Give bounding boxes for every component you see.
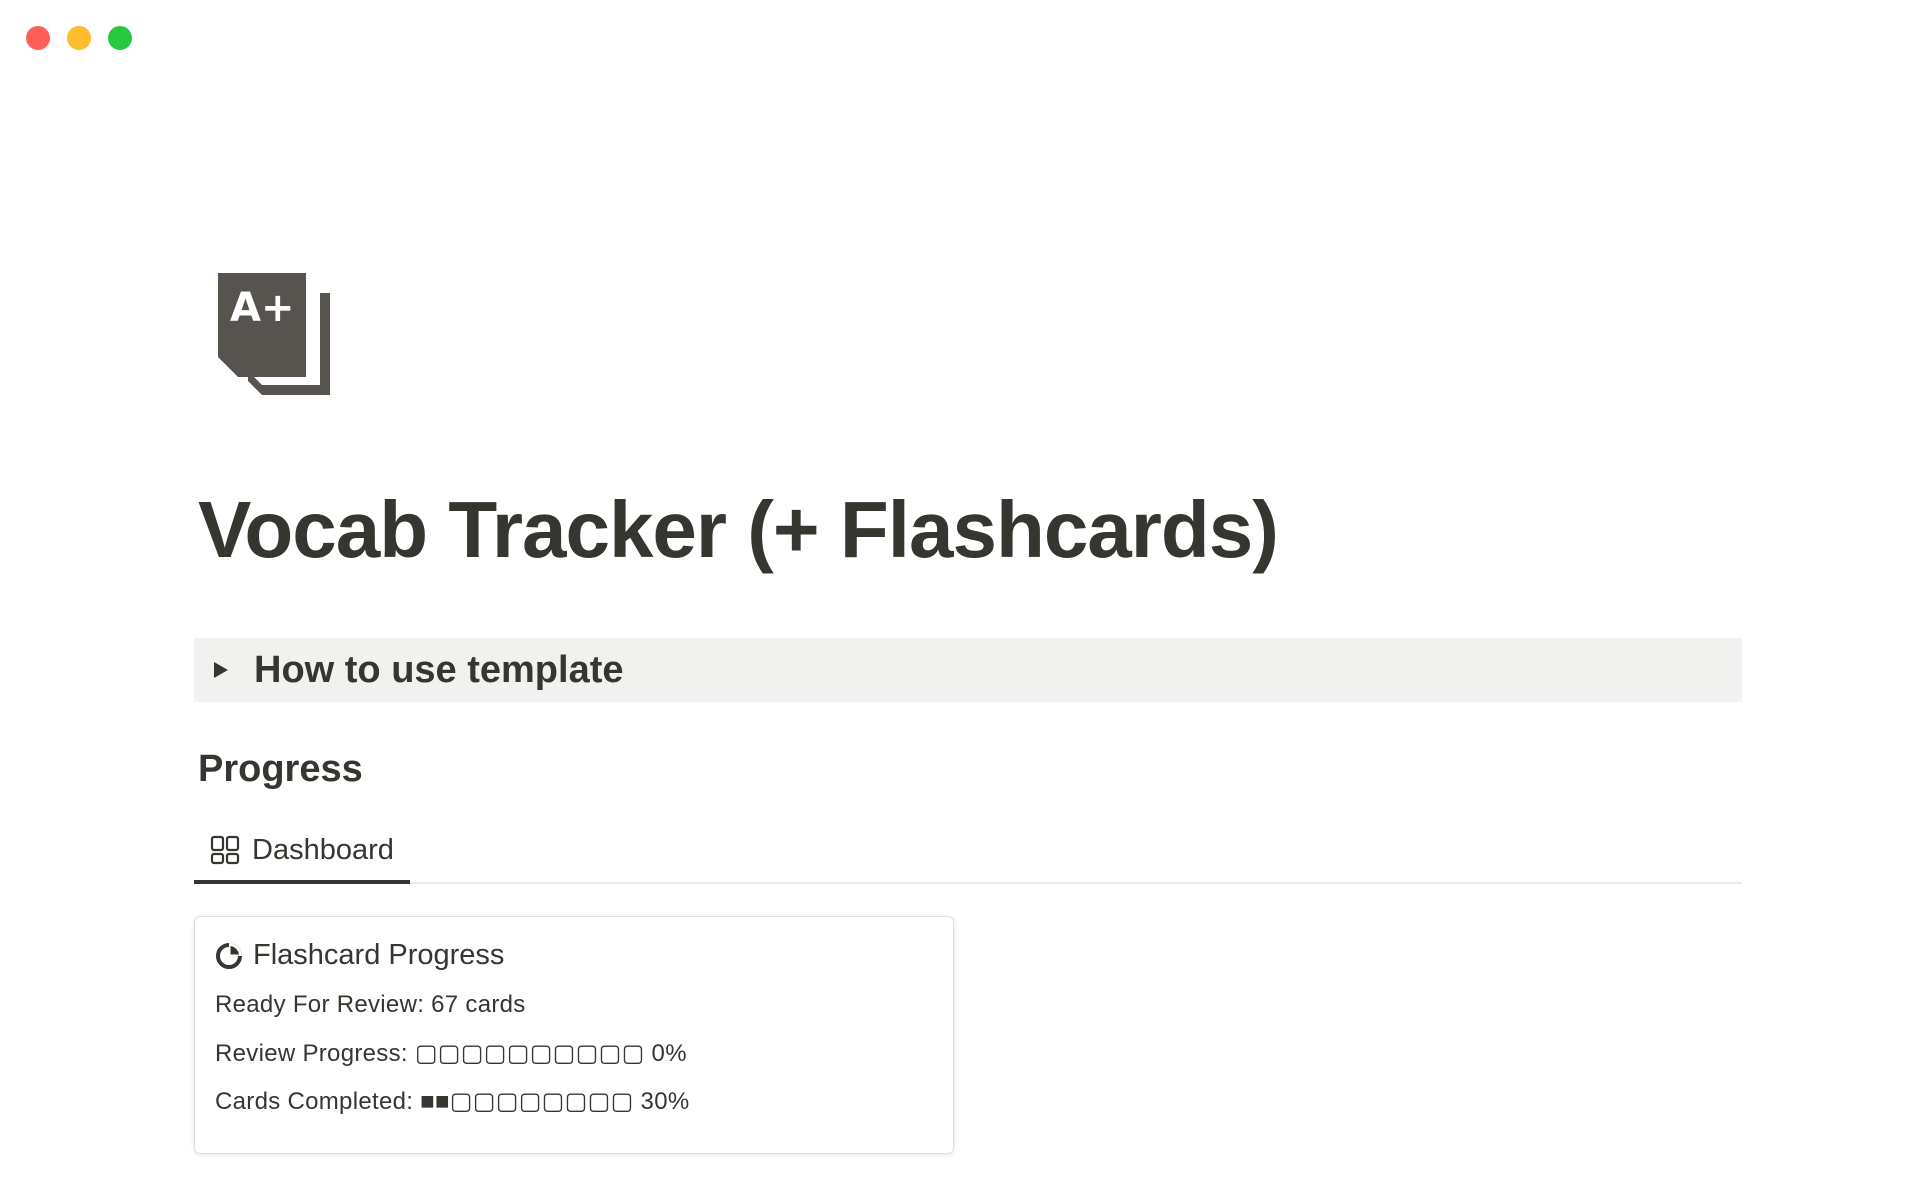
flashcard-progress-card[interactable]: Flashcard Progress Ready For Review: 67 … <box>194 916 954 1154</box>
window-controls <box>26 26 132 50</box>
tab-dashboard-label: Dashboard <box>252 833 394 866</box>
page-title[interactable]: Vocab Tracker (+ Flashcards) <box>198 490 1279 570</box>
minimize-window-button[interactable] <box>67 26 91 50</box>
toggle-label: How to use template <box>254 648 624 691</box>
tab-dashboard[interactable]: Dashboard <box>194 820 410 884</box>
app-window: A+ Vocab Tracker (+ Flashcards) How to u… <box>0 0 1920 1200</box>
a-plus-document-icon[interactable]: A+ <box>218 273 330 395</box>
pie-chart-icon <box>216 942 242 969</box>
close-window-button[interactable] <box>26 26 50 50</box>
card-header: Flashcard Progress <box>215 939 504 972</box>
view-tabs: Dashboard <box>194 820 1742 884</box>
cards-completed-text: Cards Completed: ■■▢▢▢▢▢▢▢▢ 30% <box>215 1088 690 1115</box>
card-title: Flashcard Progress <box>253 939 505 971</box>
ready-for-review-text: Ready For Review: 67 cards <box>215 991 526 1018</box>
maximize-window-button[interactable] <box>108 26 132 50</box>
how-to-use-toggle[interactable]: How to use template <box>194 638 1742 702</box>
review-progress-text: Review Progress: ▢▢▢▢▢▢▢▢▢▢ 0% <box>215 1040 687 1067</box>
gallery-grid-icon <box>210 835 240 865</box>
toggle-triangle-icon[interactable] <box>210 659 232 681</box>
progress-heading: Progress <box>198 748 363 790</box>
svg-text:A+: A+ <box>230 285 294 331</box>
